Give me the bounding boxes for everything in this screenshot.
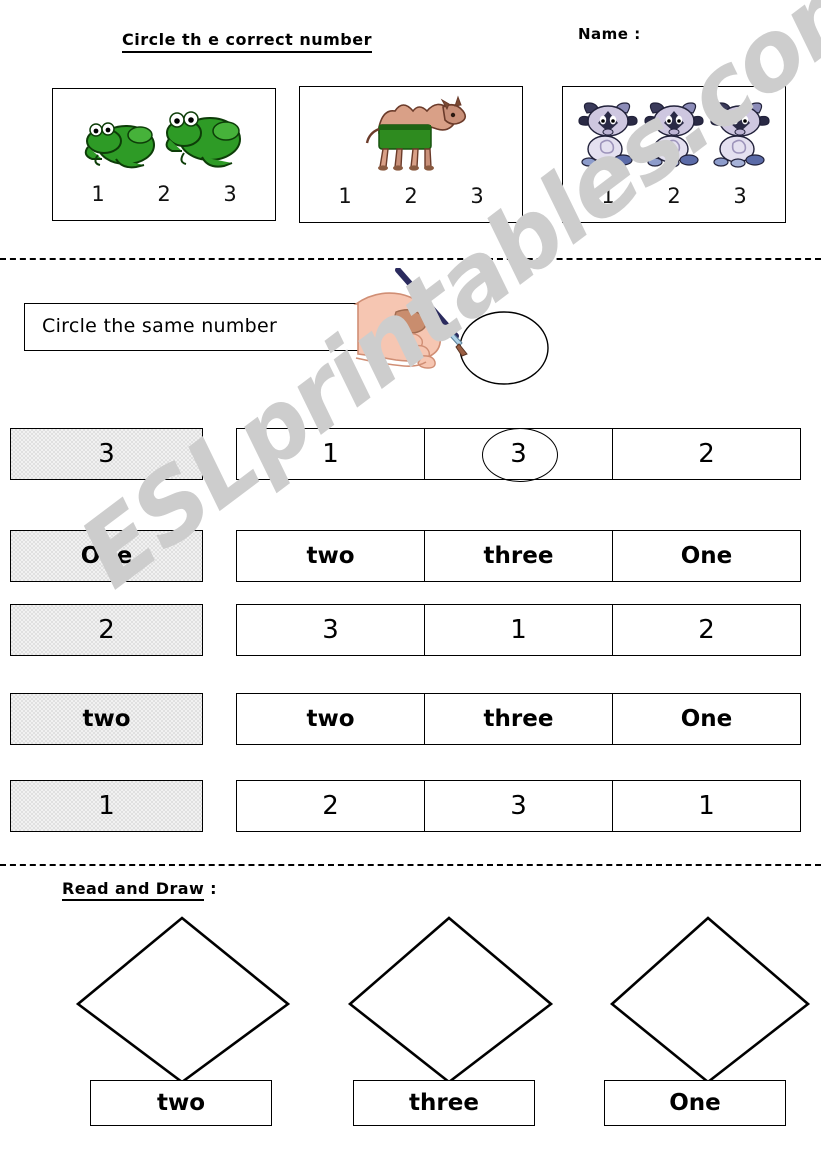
option-cell[interactable]: 3	[425, 428, 613, 482]
options-cell: two three One	[236, 530, 801, 582]
option-cell[interactable]: two	[237, 531, 425, 581]
count-option[interactable]: 1	[338, 184, 351, 208]
count-box-cows[interactable]: 1 2 3	[562, 86, 786, 223]
count-options-frogs: 1 2 3	[53, 182, 275, 206]
cue-value: 2	[98, 615, 115, 645]
read-and-draw-title: Read and Draw :	[62, 879, 217, 901]
option-cell[interactable]: 1	[237, 429, 425, 479]
page-title: Circle th e correct number	[122, 30, 372, 53]
section-divider-bottom	[0, 864, 821, 866]
draw-label: One	[669, 1090, 721, 1116]
draw-label: two	[156, 1090, 206, 1116]
cow-icon	[710, 102, 770, 168]
option-value: 2	[322, 791, 339, 821]
options-cell: 2 3 1	[236, 780, 801, 832]
count-option[interactable]: 3	[470, 184, 483, 208]
count-option[interactable]: 3	[733, 184, 746, 208]
draw-label-box[interactable]: two	[90, 1080, 272, 1126]
option-value: 1	[510, 615, 527, 645]
option-cell[interactable]: 3	[425, 781, 613, 831]
count-option[interactable]: 1	[91, 182, 104, 206]
instruction-text: Circle the same number	[42, 315, 278, 337]
cue-cell[interactable]: 2	[10, 604, 203, 656]
camel-icon	[365, 95, 467, 171]
count-box-camel[interactable]: 1 2 3	[299, 86, 523, 223]
diamond-shape-icon	[609, 916, 811, 1084]
option-value: 1	[698, 791, 715, 821]
option-value: three	[483, 543, 554, 569]
count-option[interactable]: 2	[667, 184, 680, 208]
option-cell[interactable]: 1	[613, 781, 800, 831]
option-cell[interactable]: 2	[237, 781, 425, 831]
draw-label: three	[409, 1090, 479, 1116]
option-cell[interactable]: 1	[425, 605, 613, 655]
count-option[interactable]: 1	[601, 184, 614, 208]
worksheet-page: ESLprintables.com Circle th e correct nu…	[0, 0, 821, 1169]
option-value: 2	[698, 615, 715, 645]
section-divider-top	[0, 258, 821, 260]
count-options-camel: 1 2 3	[300, 184, 522, 208]
option-value: 3	[510, 439, 527, 469]
option-cell[interactable]: One	[613, 531, 800, 581]
option-cell[interactable]: 3	[237, 605, 425, 655]
count-option[interactable]: 2	[404, 184, 417, 208]
options-cell: two three One	[236, 693, 801, 745]
option-value: One	[680, 706, 733, 732]
diamond-shape-icon	[347, 916, 554, 1084]
draw-item: three	[345, 912, 555, 1127]
count-box-frogs[interactable]: 1 2 3	[52, 88, 276, 221]
count-options-cows: 1 2 3	[563, 184, 785, 208]
option-value: 3	[322, 615, 339, 645]
cow-icon	[578, 102, 638, 168]
draw-item: One	[604, 912, 813, 1127]
option-cell[interactable]: One	[613, 694, 800, 744]
options-cell: 1 3 2	[236, 428, 801, 482]
option-value: three	[483, 706, 554, 732]
cue-value: 3	[98, 439, 115, 469]
cue-cell[interactable]: two	[10, 693, 203, 745]
cow-icon	[644, 102, 704, 168]
camel-illustration-group	[300, 93, 522, 171]
option-cell[interactable]: 2	[613, 605, 800, 655]
frog-icon	[84, 122, 155, 169]
option-cell[interactable]: three	[425, 694, 613, 744]
diamond-shape-icon	[75, 916, 291, 1084]
options-cell: 3 1 2	[236, 604, 801, 656]
option-value: 2	[698, 439, 715, 469]
option-value: two	[306, 706, 355, 732]
option-cell[interactable]: three	[425, 531, 613, 581]
read-and-draw-colon: :	[204, 879, 217, 898]
frog-illustration-group	[53, 95, 275, 173]
option-cell[interactable]: two	[237, 694, 425, 744]
option-value: 3	[510, 791, 527, 821]
cue-value: two	[82, 706, 131, 732]
option-value: 1	[322, 439, 339, 469]
hand-with-pencil-icon	[352, 267, 567, 393]
name-field-label: Name :	[578, 25, 641, 43]
draw-item: two	[72, 912, 292, 1127]
cue-value: 1	[98, 791, 115, 821]
count-option[interactable]: 2	[157, 182, 170, 206]
count-option[interactable]: 3	[223, 182, 236, 206]
option-value: two	[306, 543, 355, 569]
cow-illustration-group	[563, 93, 785, 171]
frog-icon	[165, 111, 241, 168]
cue-cell[interactable]: 1	[10, 780, 203, 832]
option-value: One	[680, 543, 733, 569]
cue-cell[interactable]: One	[10, 530, 203, 582]
option-cell[interactable]: 2	[613, 429, 800, 479]
cue-cell[interactable]: 3	[10, 428, 203, 480]
read-and-draw-label: Read and Draw	[62, 879, 205, 901]
cue-value: One	[80, 543, 133, 569]
draw-label-box[interactable]: One	[604, 1080, 786, 1126]
draw-label-box[interactable]: three	[353, 1080, 535, 1126]
